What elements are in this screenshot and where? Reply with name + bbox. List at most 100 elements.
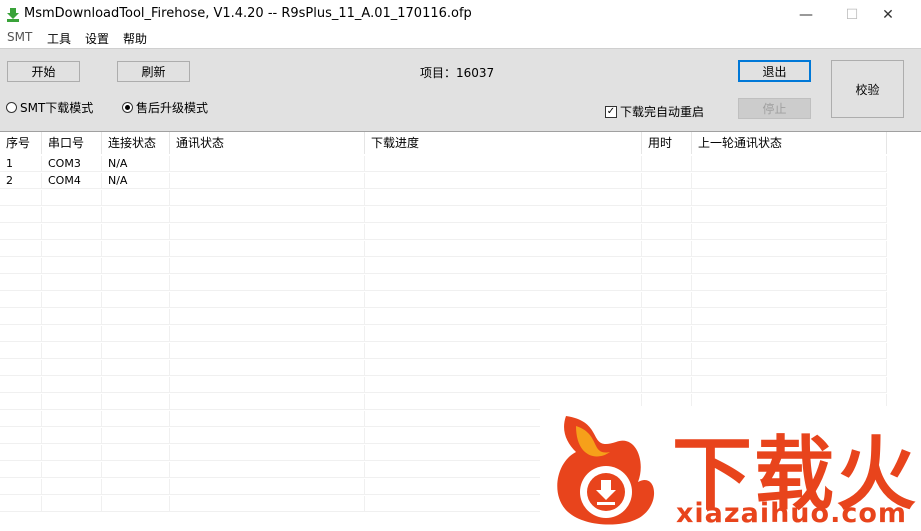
table-cell [170,360,365,376]
table-cell [642,173,692,189]
table-cell [642,207,692,223]
watermark-url: xiazaihuo.com [676,498,908,529]
table-cell [102,411,170,427]
table-cell [170,292,365,308]
table-cell [102,292,170,308]
table-row[interactable] [0,343,887,359]
column-header-index[interactable]: 序号 [0,132,42,154]
table-cell [42,224,102,240]
table-row[interactable] [0,309,887,325]
column-header-last-comm[interactable]: 上一轮通讯状态 [692,132,887,154]
table-cell [170,258,365,274]
table-row[interactable]: 2 COM4 N/A [0,173,887,189]
table-row[interactable]: 1 COM3 N/A [0,156,887,172]
table-cell [0,258,42,274]
project-label: 项目： [420,66,457,80]
table-cell [0,343,42,359]
table-cell [365,309,642,325]
table-cell [365,292,642,308]
table-cell [42,479,102,495]
table-cell [365,275,642,291]
close-icon: ✕ [882,7,894,23]
refresh-button[interactable]: 刷新 [117,61,190,82]
table-row[interactable] [0,207,887,223]
flame-logo-icon [557,416,655,525]
column-header-port[interactable]: 串口号 [42,132,102,154]
table-row[interactable] [0,377,887,393]
table-cell [692,156,887,172]
aftersales-mode-radio[interactable]: 售后升级模式 [122,99,208,116]
stop-button[interactable]: 停止 [738,98,811,119]
table-row[interactable] [0,292,887,308]
table-cell [42,394,102,410]
table-cell [0,428,42,444]
table-cell [692,258,887,274]
menu-help[interactable]: 帮助 [123,30,147,47]
table-row[interactable] [0,258,887,274]
auto-reboot-checkbox[interactable]: ✓ 下载完自动重启 [605,103,704,120]
start-button[interactable]: 开始 [7,61,80,82]
table-cell: 1 [0,156,42,172]
table-cell [170,326,365,342]
table-cell [170,377,365,393]
table-cell [365,360,642,376]
column-header-progress[interactable]: 下载进度 [365,132,642,154]
smt-mode-radio[interactable]: SMT下载模式 [6,99,93,116]
table-cell [692,241,887,257]
table-cell [692,292,887,308]
table-cell [42,207,102,223]
close-button[interactable]: ✕ [865,0,911,30]
table-row[interactable] [0,224,887,240]
table-cell [102,241,170,257]
table-cell [0,360,42,376]
table-cell [692,309,887,325]
column-header-comm[interactable]: 通讯状态 [170,132,365,154]
minimize-icon: — [799,7,813,23]
table-cell [0,292,42,308]
exit-button[interactable]: 退出 [738,60,811,82]
table-cell [102,428,170,444]
table-cell [0,326,42,342]
table-cell [102,224,170,240]
table-cell [170,496,365,512]
table-header: 序号 串口号 连接状态 通讯状态 下载进度 用时 上一轮通讯状态 [0,132,921,154]
table-row[interactable] [0,360,887,376]
table-cell [102,479,170,495]
table-cell [170,241,365,257]
table-row[interactable] [0,190,887,206]
column-header-connection[interactable]: 连接状态 [102,132,170,154]
menu-settings[interactable]: 设置 [85,30,109,47]
table-cell [42,190,102,206]
column-header-time[interactable]: 用时 [642,132,692,154]
verify-button[interactable]: 校验 [831,60,904,118]
minimize-button[interactable]: — [783,0,829,30]
table-cell: COM3 [42,156,102,172]
table-cell [365,207,642,223]
table-row[interactable] [0,275,887,291]
table-cell [642,258,692,274]
table-row[interactable] [0,326,887,342]
aftersales-mode-label: 售后升级模式 [136,101,209,115]
table-cell [102,326,170,342]
table-cell [0,207,42,223]
project-value: 16037 [456,66,495,80]
maximize-icon: ☐ [845,7,859,23]
table-cell [642,156,692,172]
table-cell [42,462,102,478]
auto-reboot-label: 下载完自动重启 [620,105,705,119]
radio-unchecked-icon [6,102,17,113]
table-cell [365,377,642,393]
table-cell [42,309,102,325]
table-cell [102,377,170,393]
table-cell [42,377,102,393]
table-row[interactable] [0,241,887,257]
table-cell [642,190,692,206]
menu-tools[interactable]: 工具 [47,30,71,47]
table-cell [365,241,642,257]
title-bar[interactable]: MsmDownloadTool_Firehose, V1.4.20 -- R9s… [0,0,921,30]
table-cell [692,207,887,223]
menu-smt[interactable]: SMT [7,30,32,44]
table-cell [642,292,692,308]
table-cell [170,428,365,444]
table-cell [170,394,365,410]
